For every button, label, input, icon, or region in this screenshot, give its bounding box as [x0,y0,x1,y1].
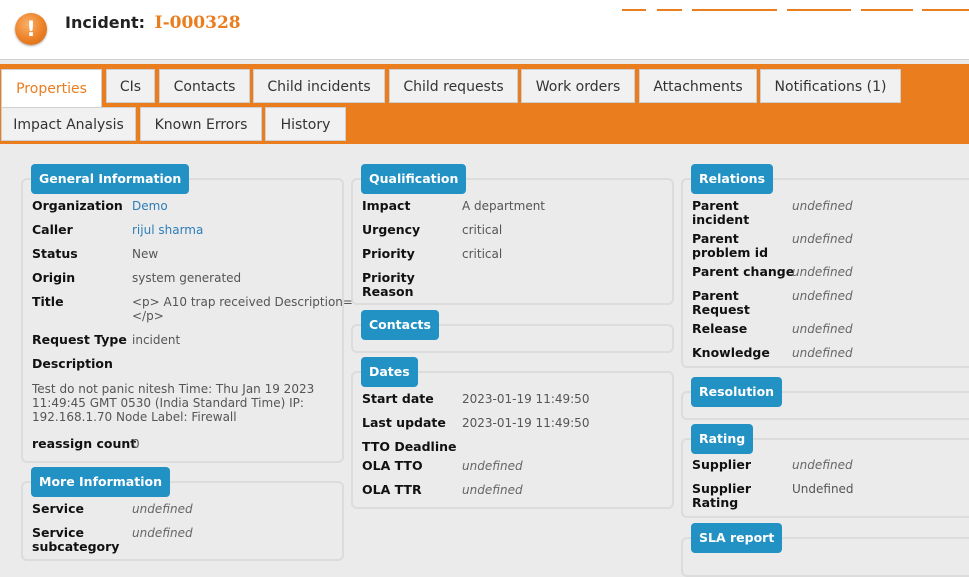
reassign-count-label: reassign count [32,436,137,451]
priority-value: critical [462,247,503,261]
relations-heading[interactable]: Relations [691,164,774,194]
ola-ttr-value: undefined [462,483,523,497]
reassign-count-value: 0 [132,437,140,451]
organization-link[interactable]: Demo [132,199,168,213]
tab-child-incidents[interactable]: Child incidents [253,69,385,103]
supplier-rating-label-line-2: Rating [692,495,739,510]
tab-cis[interactable]: CIs [106,69,155,103]
supplier-rating-label-line-1: Supplier [692,481,752,496]
supplier-value: undefined [792,458,853,472]
parent-request-value: undefined [792,289,853,303]
organization-label: Organization [32,198,123,213]
qualification-heading[interactable]: Qualification [361,164,467,194]
request-type-value: incident [132,333,181,347]
title-value-line-2: </p> [132,309,164,323]
tab-bar: Properties CIs Contacts Child incidents … [0,64,969,144]
tab-impact-analysis[interactable]: Impact Analysis [1,107,136,141]
origin-value: system generated [132,271,242,285]
parent-change-label: Parent change [692,264,795,279]
priority-reason-label-line-2: Reason [362,284,414,299]
last-update-value: 2023-01-19 11:49:50 [462,416,590,430]
knowledge-value: undefined [792,346,853,360]
impact-label: Impact [362,198,411,213]
ola-tto-label: OLA TTO [362,458,423,473]
page-title: Incident: I-000328 [65,13,241,33]
description-label: Description [32,356,113,371]
service-subcategory-value: undefined [132,526,193,540]
priority-label: Priority [362,246,415,261]
header-bar: ! Incident: I-000328 [0,0,969,60]
parent-request-label-line-2: Request [692,302,750,317]
status-label: Status [32,246,78,261]
parent-incident-label-line-2: incident [692,212,750,227]
caller-link[interactable]: rijul sharma [132,223,203,237]
tab-contacts[interactable]: Contacts [159,69,250,103]
tab-attachments[interactable]: Attachments [639,69,757,103]
description-line-1: Test do not panic nitesh Time: Thu Jan 1… [32,382,315,396]
tab-child-requests[interactable]: Child requests [389,69,518,103]
tab-notifications[interactable]: Notifications (1) [760,69,901,103]
contacts-heading[interactable]: Contacts [361,310,439,340]
tab-known-errors[interactable]: Known Errors [140,107,262,141]
menu-link-placeholder[interactable] [692,9,777,11]
request-type-label: Request Type [32,332,127,347]
start-date-value: 2023-01-19 11:49:50 [462,392,590,406]
dates-heading[interactable]: Dates [361,357,418,387]
parent-problem-value: undefined [792,232,853,246]
menu-link-placeholder[interactable] [622,9,646,11]
tab-properties[interactable]: Properties [1,69,102,107]
title-label: Title [32,294,64,309]
service-label: Service [32,501,84,516]
sla-report-heading[interactable]: SLA report [691,523,783,553]
title-value-line-1: <p> A10 trap received Description= [132,295,353,309]
start-date-label: Start date [362,391,434,406]
ola-tto-value: undefined [462,459,523,473]
service-value: undefined [132,502,193,516]
menu-link-placeholder[interactable] [922,9,969,11]
release-value: undefined [792,322,853,336]
more-information-heading[interactable]: More Information [31,467,170,497]
knowledge-label: Knowledge [692,345,770,360]
tab-work-orders[interactable]: Work orders [521,69,635,103]
last-update-label: Last update [362,415,446,430]
impact-value: A department [462,199,546,213]
supplier-label: Supplier [692,457,752,472]
parent-change-value: undefined [792,265,853,279]
tab-history[interactable]: History [265,107,346,141]
menu-link-placeholder[interactable] [787,9,851,11]
parent-request-label-line-1: Parent [692,288,739,303]
general-information-heading[interactable]: General Information [31,164,190,194]
parent-incident-label-line-1: Parent [692,198,739,213]
tto-deadline-label: TTO Deadline [362,439,457,454]
urgency-value: critical [462,223,503,237]
supplier-rating-value: Undefined [792,482,854,496]
description-line-2: 11:49:45 GMT 0530 (India Standard Time) … [32,396,304,410]
origin-label: Origin [32,270,76,285]
page-title-prefix: Incident: [65,13,146,32]
parent-problem-label-line-1: Parent [692,231,739,246]
service-subcategory-label-line-2: subcategory [32,539,120,554]
status-value: New [132,247,159,261]
description-line-3: 192.168.1.70 Node Label: Firewall [32,410,237,424]
resolution-heading[interactable]: Resolution [691,377,783,407]
parent-incident-value: undefined [792,199,853,213]
alert-icon: ! [15,13,47,45]
urgency-label: Urgency [362,222,421,237]
ola-ttr-label: OLA TTR [362,482,422,497]
parent-problem-label-line-2: problem id [692,245,769,260]
service-subcategory-label-line-1: Service [32,525,84,540]
release-label: Release [692,321,748,336]
rating-heading[interactable]: Rating [691,424,754,454]
menu-link-placeholder[interactable] [657,9,682,11]
incident-ref: I-000328 [154,13,241,33]
caller-label: Caller [32,222,73,237]
menu-link-placeholder[interactable] [861,9,913,11]
priority-reason-label-line-1: Priority [362,270,415,285]
